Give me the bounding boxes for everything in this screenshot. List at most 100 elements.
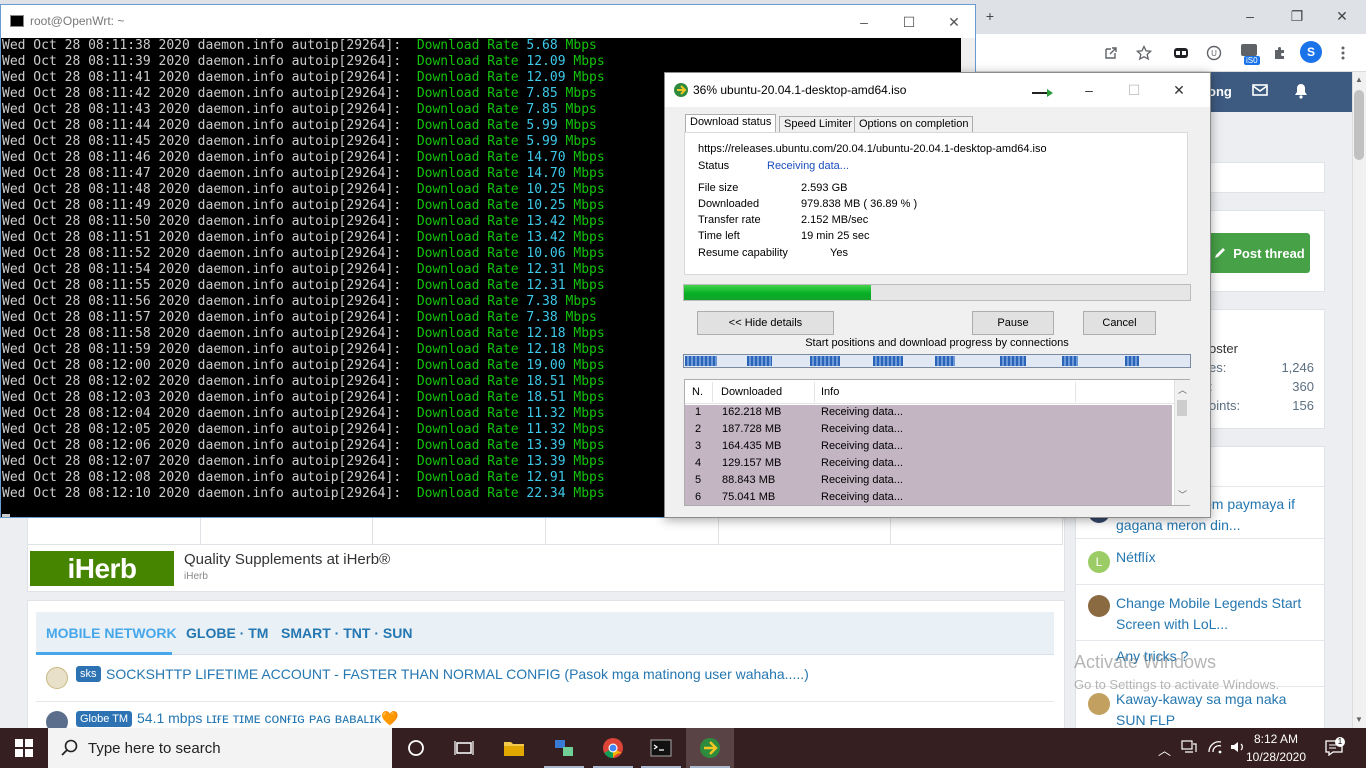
log-prefix: Wed Oct 28 08:11:55 2020 [2, 278, 190, 293]
scroll-down-arrow-icon[interactable]: ▼ [1352, 712, 1366, 726]
download-dialog[interactable]: 36% ubuntu-20.04.1-desktop-amd64.iso – ☐… [664, 72, 1211, 518]
taskbar-date[interactable]: 10/28/2020 [1242, 750, 1310, 764]
tab-speed-limiter[interactable]: Speed Limiter [779, 116, 857, 133]
page-scrollbar[interactable] [1352, 72, 1366, 728]
taskbar-idm[interactable] [686, 728, 734, 768]
tab-mobile-network[interactable]: MOBILE NETWORK [46, 625, 177, 641]
connections-scroll-thumb[interactable] [1177, 400, 1187, 416]
scroll-down-chevron-icon[interactable]: ﹀ [1178, 488, 1187, 501]
status-value: Receiving data... [767, 160, 849, 172]
latest-post-item[interactable]: Kaway-kaway sa mga naka SUN FLP [1076, 686, 1324, 728]
taskbar-search-box[interactable]: Type here to search [48, 728, 392, 768]
connection-segment [1125, 356, 1139, 366]
connections-scrollbar[interactable]: ︿ ﹀ [1174, 380, 1190, 505]
dialog-close-button[interactable]: ✕ [1158, 79, 1200, 101]
tab-globe-tm[interactable]: GLOBE · TM [186, 625, 268, 641]
browser-menu-icon[interactable] [1332, 42, 1354, 64]
connection-row[interactable]: 6 75.041 MB Receiving data... [685, 490, 1172, 507]
column-header-info[interactable]: Info [821, 386, 839, 398]
download-rate-value: 5.99 [526, 134, 558, 149]
browser-minimize-button[interactable]: – [1235, 4, 1265, 28]
tray-device-icon[interactable] [1181, 740, 1197, 754]
tab-options-on-completion[interactable]: Options on completion [854, 116, 974, 133]
connection-row[interactable]: 3 164.435 MB Receiving data... [685, 439, 1172, 456]
thread-title[interactable]: SOCKSHTTP LIFETIME ACCOUNT - FASTER THAN… [106, 666, 809, 682]
latest-post-title[interactable]: Nétflíx [1116, 547, 1156, 568]
pause-button[interactable]: Pause [972, 311, 1054, 335]
taskbar-file-explorer[interactable] [490, 728, 538, 768]
page-scroll-thumb[interactable] [1354, 90, 1364, 160]
iherb-logo[interactable]: iHerb [30, 551, 174, 586]
hide-details-button[interactable]: << Hide details [697, 311, 834, 335]
thread-row[interactable]: Globe TM 54.1 mbps ʟɪғᴇ ᴛɪᴍᴇ ᴄᴏɴғɪɢ ᴘᴀɢ … [36, 703, 1054, 733]
dialog-minimize-button[interactable]: – [1068, 79, 1110, 101]
terminal-maximize-button[interactable]: ☐ [889, 11, 929, 33]
latest-post-item[interactable]: Change Mobile Legends Start Screen with … [1076, 584, 1324, 640]
scroll-up-arrow-icon[interactable]: ▲ [1352, 72, 1366, 86]
terminal-line: Wed Oct 28 08:12:07 2020 daemon.info aut… [2, 454, 605, 470]
cortana-icon [408, 740, 424, 756]
extension-mask-icon[interactable] [1170, 42, 1192, 64]
start-button[interactable] [0, 728, 48, 768]
connection-row[interactable]: 1 162.218 MB Receiving data... [685, 405, 1172, 422]
taskbar-network-app[interactable] [540, 728, 588, 768]
download-rate-value: 13.39 [526, 454, 566, 469]
connections-progress-bar [683, 354, 1191, 368]
download-dialog-title-bar[interactable]: 36% ubuntu-20.04.1-desktop-amd64.iso – ☐… [665, 73, 1210, 107]
cortana-button[interactable] [392, 728, 440, 768]
terminal-close-button[interactable]: ✕ [934, 11, 974, 33]
thread-prefix-badge[interactable]: Globe TM [76, 711, 133, 727]
wifi-icon[interactable] [1207, 740, 1223, 754]
user-avatar[interactable] [1088, 693, 1110, 715]
taskbar-terminal[interactable] [637, 728, 685, 768]
latest-post-item[interactable]: L Nétflíx [1076, 538, 1324, 584]
user-avatar[interactable] [46, 667, 68, 689]
download-rate-unit: Mbps [573, 470, 605, 485]
task-view-button[interactable] [440, 728, 488, 768]
notification-bell-icon[interactable] [1294, 83, 1312, 101]
latest-post-title[interactable]: Change Mobile Legends Start Screen with … [1116, 593, 1321, 635]
mail-icon[interactable] [1252, 83, 1270, 101]
log-prefix: Wed Oct 28 08:12:02 2020 [2, 374, 190, 389]
log-prefix: Wed Oct 28 08:12:05 2020 [2, 422, 190, 437]
browser-restore-button[interactable]: ❐ [1282, 4, 1312, 28]
connection-number: 2 [695, 423, 702, 435]
taskbar-time[interactable]: 8:12 AM [1248, 732, 1304, 746]
stat-value: 156 [1292, 398, 1314, 413]
column-header-number[interactable]: N. [692, 386, 703, 398]
latest-post-title[interactable]: Kaway-kaway sa mga naka SUN FLP [1116, 689, 1316, 731]
extensions-puzzle-icon[interactable] [1269, 42, 1291, 64]
action-center-icon[interactable]: 1 [1325, 737, 1345, 756]
tab-download-status[interactable]: Download status [685, 114, 777, 133]
thread-title[interactable]: 54.1 mbps ʟɪғᴇ ᴛɪᴍᴇ ᴄᴏɴғɪɢ ᴘᴀɢ ʙᴀʙᴀʟɪᴋ🧡 [137, 710, 399, 727]
thread-prefix-badge[interactable]: sks [76, 666, 101, 682]
user-avatar[interactable] [1088, 595, 1110, 617]
post-thread-button[interactable]: Post thread [1208, 233, 1310, 273]
connection-row[interactable]: 5 88.843 MB Receiving data... [685, 473, 1172, 490]
scroll-up-chevron-icon[interactable]: ︿ [1178, 383, 1187, 396]
connection-row[interactable]: 2 187.728 MB Receiving data... [685, 422, 1172, 439]
user-avatar[interactable]: L [1088, 551, 1110, 573]
log-prefix: Wed Oct 28 08:11:48 2020 [2, 182, 190, 197]
terminal-minimize-button[interactable]: – [844, 11, 884, 33]
connection-row[interactable]: 4 129.157 MB Receiving data... [685, 456, 1172, 473]
windows-logo-icon [15, 739, 33, 757]
cancel-button[interactable]: Cancel [1083, 311, 1156, 335]
terminal-line: Wed Oct 28 08:11:50 2020 daemon.info aut… [2, 214, 605, 230]
extension-vpn-icon[interactable]: U [1203, 42, 1225, 64]
terminal-title-bar[interactable]: root@OpenWrt: ~ – ☐ ✕ [1, 5, 975, 38]
taskbar-chrome[interactable] [589, 728, 637, 768]
profile-avatar[interactable]: S [1300, 41, 1322, 63]
tab-smart-tnt-sun[interactable]: SMART · TNT · SUN [281, 625, 412, 641]
nav-partial-label[interactable]: ong [1208, 84, 1232, 99]
new-tab-button[interactable]: + [975, 4, 1005, 28]
thread-row[interactable]: sks SOCKSHTTP LIFETIME ACCOUNT - FASTER … [36, 656, 1054, 702]
browser-close-button[interactable]: ✕ [1327, 4, 1357, 28]
log-source: daemon.info autoip[29264]: [197, 342, 402, 357]
column-header-downloaded[interactable]: Downloaded [721, 386, 782, 398]
bookmark-star-icon[interactable] [1133, 42, 1155, 64]
time-left-label: Time left [698, 230, 740, 242]
open-in-new-icon[interactable] [1100, 42, 1122, 64]
ad-title[interactable]: Quality Supplements at iHerb® [184, 551, 390, 568]
tray-overflow-chevron-icon[interactable]: ︿ [1158, 740, 1171, 759]
